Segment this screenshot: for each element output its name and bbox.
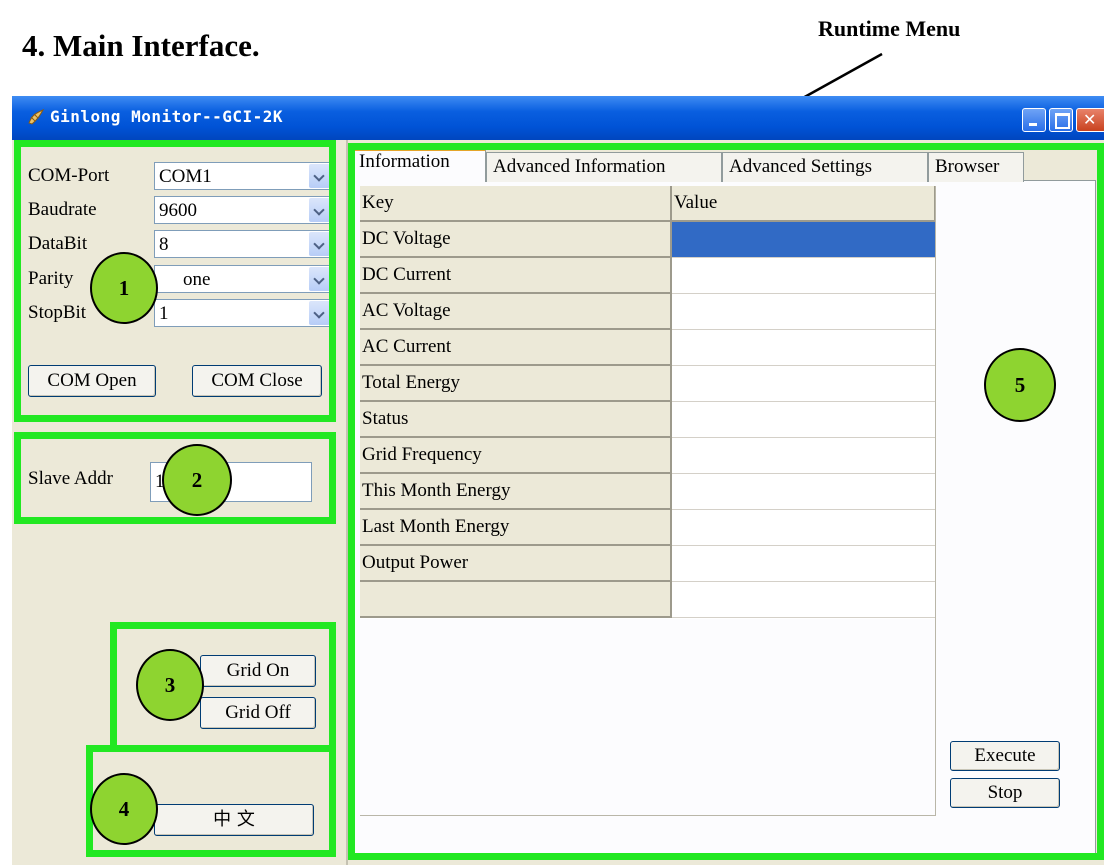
grid-on-button[interactable]: Grid On [200,655,316,687]
callout-1: 1 [90,252,158,324]
maximize-button[interactable] [1049,108,1073,132]
window-title: Ginlong Monitor--GCI-2K [50,107,284,126]
com-port-select[interactable]: COM1 [154,162,332,190]
com-open-button[interactable]: COM Open [28,365,156,397]
table-frame [360,186,936,816]
chevron-down-icon[interactable] [309,232,330,256]
grid-off-button[interactable]: Grid Off [200,697,316,729]
tab-advanced-information[interactable]: Advanced Information [486,152,722,182]
parity-value: one [183,269,211,290]
com-port-label: COM-Port [28,165,110,186]
document-heading: 4. Main Interface. [22,28,260,63]
chevron-down-icon[interactable] [309,164,330,188]
pane-divider [346,140,348,865]
callout-5: 5 [984,348,1056,422]
chevron-down-icon[interactable] [309,267,330,291]
parity-label: Parity [28,268,74,289]
tab-browser[interactable]: Browser [928,152,1024,182]
databit-label: DataBit [28,233,88,254]
callout-4: 4 [90,773,158,845]
slave-addr-label: Slave Addr [28,468,113,489]
execute-button[interactable]: Execute [950,741,1060,771]
com-port-value: COM1 [159,166,212,187]
baudrate-label: Baudrate [28,199,97,220]
baudrate-value: 9600 [159,200,197,221]
stopbit-select[interactable]: 1 [154,299,332,327]
minimize-button[interactable] [1022,108,1046,132]
app-icon [28,108,45,125]
com-close-button[interactable]: COM Close [192,365,322,397]
stop-button[interactable]: Stop [950,778,1060,808]
stopbit-value: 1 [159,303,169,324]
tab-advanced-settings[interactable]: Advanced Settings [722,152,928,182]
databit-select[interactable]: 8 [154,230,332,258]
runtime-menu-label: Runtime Menu [818,16,961,41]
databit-value: 8 [159,234,169,255]
chinese-language-button[interactable]: 中 文 [154,804,314,836]
parity-select[interactable]: one [154,265,332,293]
callout-2: 2 [162,444,232,516]
chevron-down-icon[interactable] [309,198,330,222]
baudrate-select[interactable]: 9600 [154,196,332,224]
tab-information[interactable]: Information [352,148,486,182]
close-button[interactable] [1076,108,1104,132]
stopbit-label: StopBit [28,302,87,323]
callout-3: 3 [136,649,204,721]
title-bar[interactable]: Ginlong Monitor--GCI-2K [12,96,1104,140]
chevron-down-icon[interactable] [309,301,330,325]
